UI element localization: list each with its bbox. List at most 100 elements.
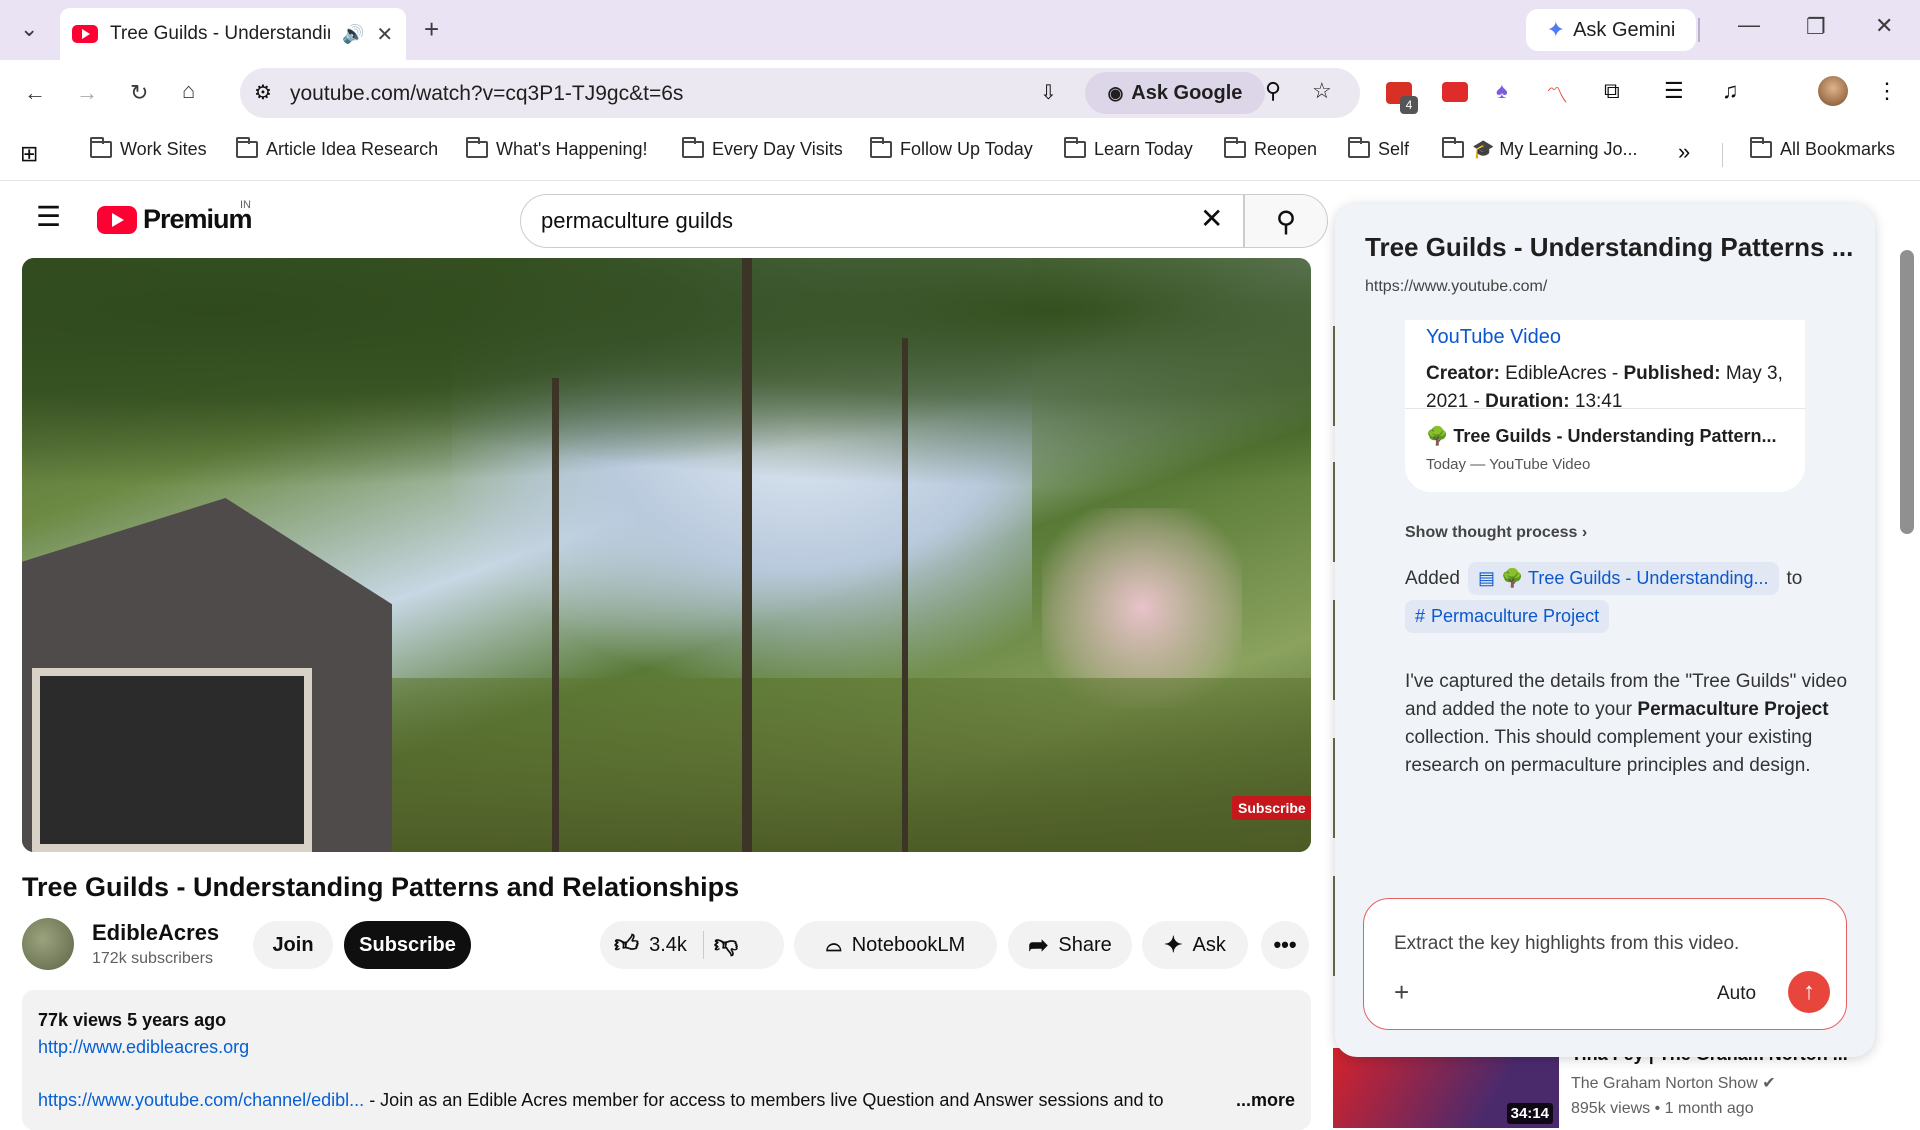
bookmark-label: Learn Today bbox=[1094, 139, 1193, 159]
back-icon[interactable]: ← bbox=[24, 80, 46, 106]
response-part: collection. This should complement your … bbox=[1405, 727, 1813, 776]
browser-tab[interactable]: Tree Guilds - Understanding Patterns and… bbox=[60, 8, 406, 60]
browser-menu-icon[interactable]: ⋮ bbox=[1876, 78, 1898, 104]
more-horizontal-icon: ••• bbox=[1273, 932, 1297, 957]
share-label: Share bbox=[1058, 933, 1112, 956]
join-button[interactable]: Join bbox=[253, 921, 333, 969]
bookmark-folder[interactable]: Article Idea Research bbox=[236, 137, 438, 160]
extension-4-icon[interactable]: 〽 bbox=[1546, 78, 1568, 110]
youtube-premium-logo[interactable]: Premium IN bbox=[97, 199, 253, 235]
forward-icon[interactable]: → bbox=[76, 80, 98, 106]
subscribe-button[interactable]: Subscribe bbox=[344, 921, 471, 969]
video-description[interactable]: 77k views 5 years ago http://www.ediblea… bbox=[22, 990, 1311, 1130]
home-icon[interactable]: ⌂ bbox=[182, 78, 195, 104]
arrow-up-icon: ↑ bbox=[1803, 978, 1815, 1005]
more-actions-button[interactable]: ••• bbox=[1261, 921, 1309, 969]
like-dislike-group: 👍︎ 3.4k 👎︎ bbox=[600, 921, 784, 969]
source-title[interactable]: 🌳 Tree Guilds - Understanding Pattern... bbox=[1426, 426, 1776, 447]
bookmark-label: 🎓 My Learning Jo... bbox=[1472, 139, 1638, 159]
profile-avatar[interactable] bbox=[1818, 76, 1848, 106]
bookmark-label: All Bookmarks bbox=[1780, 139, 1896, 159]
search-button[interactable]: ⚲ bbox=[1244, 194, 1328, 248]
added-label: Added bbox=[1405, 567, 1460, 589]
bookmark-folder[interactable]: 🎓 My Learning Jo... bbox=[1442, 137, 1638, 160]
gemini-panel: Tree Guilds - Understanding Patterns ...… bbox=[1335, 204, 1875, 1057]
apps-grid-icon[interactable]: ⊞ bbox=[20, 141, 38, 167]
dislike-icon[interactable]: 👎︎ bbox=[714, 931, 738, 959]
zoom-icon[interactable]: ⚲ bbox=[1265, 78, 1281, 104]
add-attachment-icon[interactable]: + bbox=[1394, 977, 1409, 1008]
site-info-icon[interactable]: ⚙ bbox=[254, 80, 272, 105]
extension-badge: 4 bbox=[1400, 96, 1418, 114]
tab-close-icon[interactable]: ✕ bbox=[376, 22, 393, 47]
added-note-row: Added ▤ 🌳 Tree Guilds - Understanding... … bbox=[1405, 562, 1802, 595]
bookmark-label: What's Happening! bbox=[496, 139, 648, 159]
like-icon[interactable]: 👍︎ bbox=[614, 931, 639, 959]
restore-icon[interactable]: ❐ bbox=[1806, 14, 1826, 40]
send-button[interactable]: ↑ bbox=[1788, 971, 1830, 1013]
bookmarks-bar: ⊞ Work Sites Article Idea Research What'… bbox=[0, 129, 1920, 181]
url-text[interactable]: youtube.com/watch?v=cq3P1-TJ9gc&t=6s bbox=[290, 82, 683, 106]
tab-search-chevron-icon[interactable]: ⌄ bbox=[20, 16, 38, 42]
reading-list-icon[interactable]: ☰ bbox=[1664, 78, 1684, 104]
close-window-icon[interactable]: ✕ bbox=[1875, 13, 1893, 39]
new-tab-icon[interactable]: + bbox=[424, 14, 439, 45]
bookmark-folder[interactable]: Follow Up Today bbox=[870, 137, 1033, 160]
minimize-icon[interactable]: — bbox=[1738, 12, 1760, 38]
bookmark-label: Self bbox=[1378, 139, 1410, 159]
youtube-favicon-icon bbox=[72, 25, 98, 43]
recommendation-channel[interactable]: The Graham Norton Show ✔ bbox=[1571, 1073, 1776, 1093]
channel-name[interactable]: EdibleAcres bbox=[92, 920, 219, 946]
folder-icon bbox=[1442, 137, 1464, 158]
source-card: YouTube Video Creator: EdibleAcres - Pub… bbox=[1405, 320, 1805, 492]
recommendation-views: 895k views • 1 month ago bbox=[1571, 1100, 1754, 1117]
prompt-input-box[interactable]: Extract the key highlights from this vid… bbox=[1363, 898, 1847, 1030]
video-player[interactable]: Subscribe bbox=[22, 258, 1311, 852]
ask-google-button[interactable]: ◉ Ask Google bbox=[1085, 72, 1265, 114]
recommendation-thumbnail[interactable]: 34:14 bbox=[1333, 1048, 1559, 1128]
verified-icon: ✔ bbox=[1762, 1075, 1776, 1092]
description-link[interactable]: http://www.edibleacres.org bbox=[38, 1037, 249, 1058]
bookmark-folder[interactable]: Reopen bbox=[1224, 137, 1317, 160]
notebooklm-button[interactable]: ⌓ NotebookLM bbox=[794, 921, 997, 969]
model-selector[interactable]: Auto bbox=[1717, 983, 1756, 1005]
bookmark-star-icon[interactable]: ☆ bbox=[1312, 78, 1332, 104]
folder-icon bbox=[870, 137, 892, 158]
subscribe-label: Subscribe bbox=[359, 933, 456, 956]
ask-button[interactable]: ✦ Ask bbox=[1142, 921, 1248, 969]
address-bar[interactable]: ⚙ youtube.com/watch?v=cq3P1-TJ9gc&t=6s ⇩… bbox=[240, 68, 1360, 118]
note-chip[interactable]: ▤ 🌳 Tree Guilds - Understanding... bbox=[1467, 562, 1779, 595]
bookmark-folder[interactable]: Work Sites bbox=[90, 137, 207, 160]
like-count[interactable]: 3.4k bbox=[649, 934, 687, 957]
show-thought-process-button[interactable]: Show thought process › bbox=[1405, 524, 1587, 542]
bookmark-folder[interactable]: Every Day Visits bbox=[682, 137, 843, 160]
video-subscribe-overlay[interactable]: Subscribe bbox=[1232, 796, 1311, 820]
reload-icon[interactable]: ↻ bbox=[130, 80, 148, 106]
page-scrollbar[interactable] bbox=[1900, 250, 1914, 534]
description-line: https://www.youtube.com/channel/edibl...… bbox=[38, 1090, 1298, 1111]
bookmark-folder[interactable]: Learn Today bbox=[1064, 137, 1193, 160]
youtube-play-icon bbox=[97, 205, 137, 234]
extensions-puzzle-icon[interactable]: ⧉ bbox=[1604, 78, 1620, 104]
collection-chip[interactable]: # Permaculture Project bbox=[1405, 600, 1610, 633]
channel-link[interactable]: https://www.youtube.com/channel/edibl... bbox=[38, 1090, 364, 1110]
search-input[interactable]: permaculture guilds bbox=[520, 194, 1244, 248]
audio-playing-icon[interactable]: 🔊 bbox=[342, 24, 364, 45]
extension-2-icon[interactable] bbox=[1442, 82, 1468, 102]
all-bookmarks-folder[interactable]: All Bookmarks bbox=[1750, 137, 1896, 160]
install-app-icon[interactable]: ⇩ bbox=[1040, 80, 1057, 105]
lens-icon: ◉ bbox=[1107, 82, 1124, 103]
more-bookmarks-icon[interactable]: » bbox=[1678, 139, 1690, 165]
bookmark-folder[interactable]: What's Happening! bbox=[466, 137, 648, 160]
hamburger-menu-icon[interactable]: ☰ bbox=[36, 200, 61, 233]
share-button[interactable]: ➦ Share bbox=[1008, 921, 1132, 969]
extension-3-icon[interactable]: ♠ bbox=[1496, 78, 1508, 104]
channel-avatar[interactable] bbox=[22, 918, 74, 970]
media-control-icon[interactable]: ♫ bbox=[1722, 78, 1739, 104]
ask-gemini-button[interactable]: ✦ Ask Gemini bbox=[1526, 9, 1696, 51]
bookmark-folder[interactable]: Self bbox=[1348, 137, 1410, 160]
show-more-link[interactable]: ...more bbox=[1231, 1090, 1295, 1111]
show-thought-label: Show thought process bbox=[1405, 524, 1578, 541]
clear-search-icon[interactable]: ✕ bbox=[1200, 202, 1223, 235]
prompt-input[interactable]: Extract the key highlights from this vid… bbox=[1394, 933, 1739, 955]
